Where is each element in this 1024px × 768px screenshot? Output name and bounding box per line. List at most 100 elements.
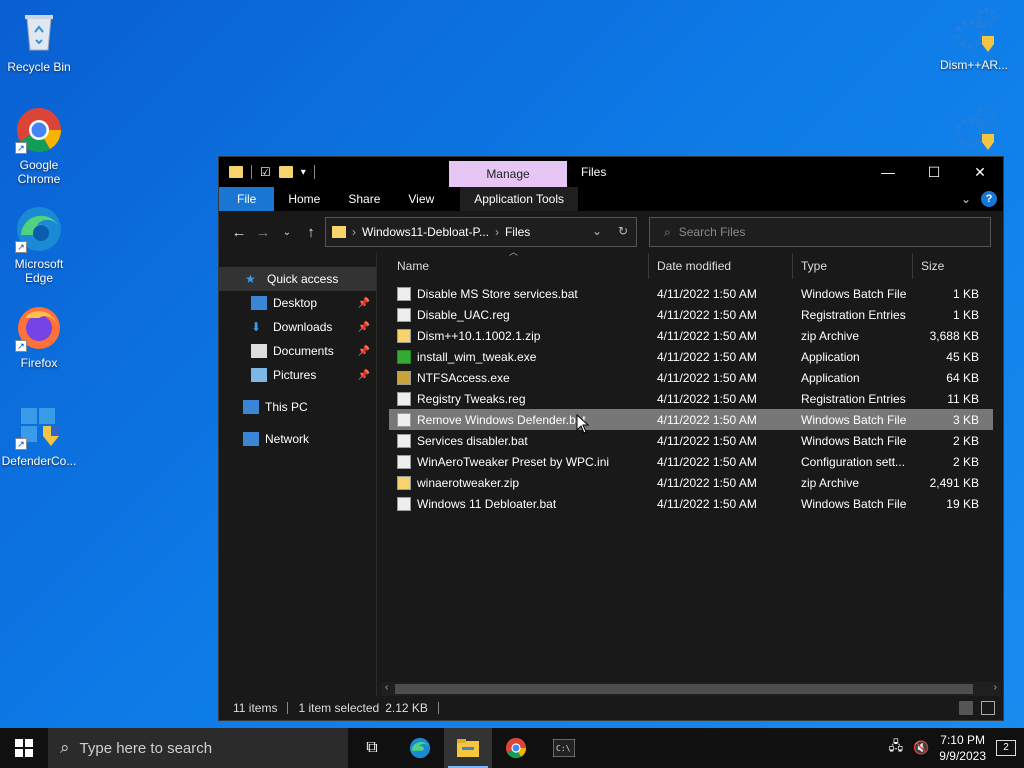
edge-icon [409,737,431,759]
taskbar-search-box[interactable]: ⌕ Type here to search [48,728,348,768]
column-header-type[interactable]: Type [793,253,913,279]
taskbar-chrome[interactable] [492,728,540,768]
desktop-icon-edge[interactable]: ↗ Microsoft Edge [1,205,77,285]
file-row[interactable]: Services disabler.bat 4/11/2022 1:50 AM Wi… [389,430,993,451]
large-icons-view-icon[interactable] [981,701,995,715]
file-row[interactable]: install_wim_tweak.exe 4/11/2022 1:50 AM Ap… [389,346,993,367]
recycle-bin-icon [15,8,63,56]
pin-icon[interactable]: 📌 [358,322,370,333]
nav-item-network[interactable]: Network [219,427,376,451]
desktop-icon-chrome[interactable]: ↗ Google Chrome [1,106,77,186]
horizontal-scrollbar[interactable]: ‹ › [381,682,1001,696]
recent-locations-button[interactable]: ⌄ [275,227,299,238]
nav-item-this-pc[interactable]: This PC [219,395,376,419]
desktop-icon-defender-control[interactable]: ↗ DefenderCo... [1,402,77,468]
address-bar[interactable]: › Windows11-Debloat-P... › Files ⌄ ↻ [325,217,637,247]
breadcrumb-segment[interactable]: Files [505,225,530,239]
nav-item-quick-access[interactable]: ★ Quick access [219,267,376,291]
file-name-cell: Services disabler.bat [389,433,649,448]
up-button[interactable]: ↑ [299,224,323,241]
refresh-icon[interactable]: ↻ [618,224,628,238]
file-name: WinAeroTweaker Preset by WPC.ini [417,454,610,469]
file-type: Registration Entries [801,307,906,322]
pin-icon[interactable]: 📌 [358,346,370,357]
details-view-icon[interactable] [959,701,973,715]
customize-quick-access-icon[interactable]: ▾ [301,167,306,178]
desktop-icon-label: Microsoft Edge [14,257,64,285]
file-date: 4/11/2022 1:50 AM [657,433,757,448]
ini-file-icon [397,454,411,469]
scroll-right-icon[interactable]: › [994,682,997,693]
desktop-icon-label: Google Chrome [17,158,61,186]
column-header-date[interactable]: Date modified [649,253,793,279]
maximize-button[interactable]: ☐ [911,157,957,187]
star-icon: ★ [245,272,256,286]
file-type: Application [801,349,860,364]
file-row[interactable]: NTFSAccess.exe 4/11/2022 1:50 AM Applicati… [389,367,993,388]
file-type: zip Archive [801,328,860,343]
address-dropdown-icon[interactable]: ⌄ [592,224,602,238]
file-row[interactable]: Disable MS Store services.bat 4/11/2022 1… [389,283,993,304]
file-row[interactable]: WinAeroTweaker Preset by WPC.ini 4/11/202… [389,451,993,472]
taskbar-command-prompt[interactable]: C:\ [540,728,588,768]
network-icon[interactable]: 🖧 [889,737,904,759]
ribbon-tabs: File Home Share View Application Tools ⌄… [219,187,1003,211]
file-date: 4/11/2022 1:50 AM [657,496,757,511]
file-type: Windows Batch File [801,496,907,511]
scrollbar-thumb[interactable] [395,684,973,694]
file-name-cell: Dism++10.1.1002.1.zip [389,328,649,343]
command-prompt-icon: C:\ [553,739,575,757]
volume-muted-icon[interactable]: 🔇 [913,740,929,756]
taskbar-file-explorer[interactable] [444,728,492,768]
close-button[interactable]: ✕ [957,157,1003,187]
help-icon[interactable]: ? [981,191,997,207]
search-icon: ⌕ [60,738,70,757]
desktop-icon-label: Dism++AR... [939,58,1008,72]
breadcrumb-segment[interactable]: Windows11-Debloat-P... [362,225,489,239]
nav-item-label: Documents [273,344,334,358]
search-input[interactable]: ⌕ Search Files [649,217,991,247]
pin-icon[interactable]: 📌 [358,298,370,309]
nav-item-downloads[interactable]: ⬇ Downloads 📌 [219,315,376,339]
nav-item-pictures[interactable]: Pictures 📌 [219,363,376,387]
chevron-right-icon: › [352,225,356,239]
file-name-cell: winaerotweaker.zip [389,475,649,490]
file-type: Registration Entries [801,391,906,406]
nav-item-documents[interactable]: Documents 📌 [219,339,376,363]
file-row[interactable]: Windows 11 Debloater.bat 4/11/2022 1:50 A… [389,493,993,514]
minimize-button[interactable]: — [865,157,911,187]
scroll-left-icon[interactable]: ‹ [385,682,388,693]
pin-icon[interactable]: 📌 [358,370,370,381]
file-row[interactable]: Disable_UAC.reg 4/11/2022 1:50 AM Registra… [389,304,993,325]
desktop-icon-dism-2[interactable] [936,104,1012,156]
properties-icon[interactable]: ☑ [260,165,271,179]
clock[interactable]: 7:10 PM 9/9/2023 [939,732,986,764]
nav-item-label: Desktop [273,296,318,310]
tab-application-tools[interactable]: Application Tools [460,187,579,211]
forward-button[interactable]: → [251,224,275,241]
file-size: 64 KB [946,370,979,385]
tab-manage[interactable]: Manage [449,161,567,187]
nav-item-desktop[interactable]: Desktop 📌 [219,291,376,315]
start-button[interactable] [0,728,48,768]
file-type: Windows Batch File [801,433,907,448]
column-header-size[interactable]: Size [913,253,993,279]
desktop-icon-recycle-bin[interactable]: Recycle Bin [1,8,77,74]
file-row[interactable]: Remove Windows Defender.bat 4/11/2022 1:5… [389,409,993,430]
tab-view[interactable]: View [394,187,448,211]
desktop-icon-firefox[interactable]: ↗ Firefox [1,304,77,370]
tab-share[interactable]: Share [334,187,394,211]
task-view-button[interactable]: ⧉ [348,728,396,768]
tab-file[interactable]: File [219,187,275,211]
column-header-name[interactable]: Name [389,253,649,279]
desktop-icon-dism[interactable]: Dism++AR... [936,6,1012,72]
file-row[interactable]: Dism++10.1.1002.1.zip 4/11/2022 1:50 AM zi… [389,325,993,346]
tab-home[interactable]: Home [274,187,334,211]
taskbar-edge[interactable] [396,728,444,768]
notification-center-button[interactable]: 2 [996,740,1016,756]
file-row[interactable]: Registry Tweaks.reg 4/11/2022 1:50 AM Regi… [389,388,993,409]
file-row[interactable]: winaerotweaker.zip 4/11/2022 1:50 AM zip A… [389,472,993,493]
new-folder-icon[interactable] [278,166,293,178]
expand-ribbon-icon[interactable]: ⌄ [961,192,971,206]
back-button[interactable]: ← [227,224,251,241]
